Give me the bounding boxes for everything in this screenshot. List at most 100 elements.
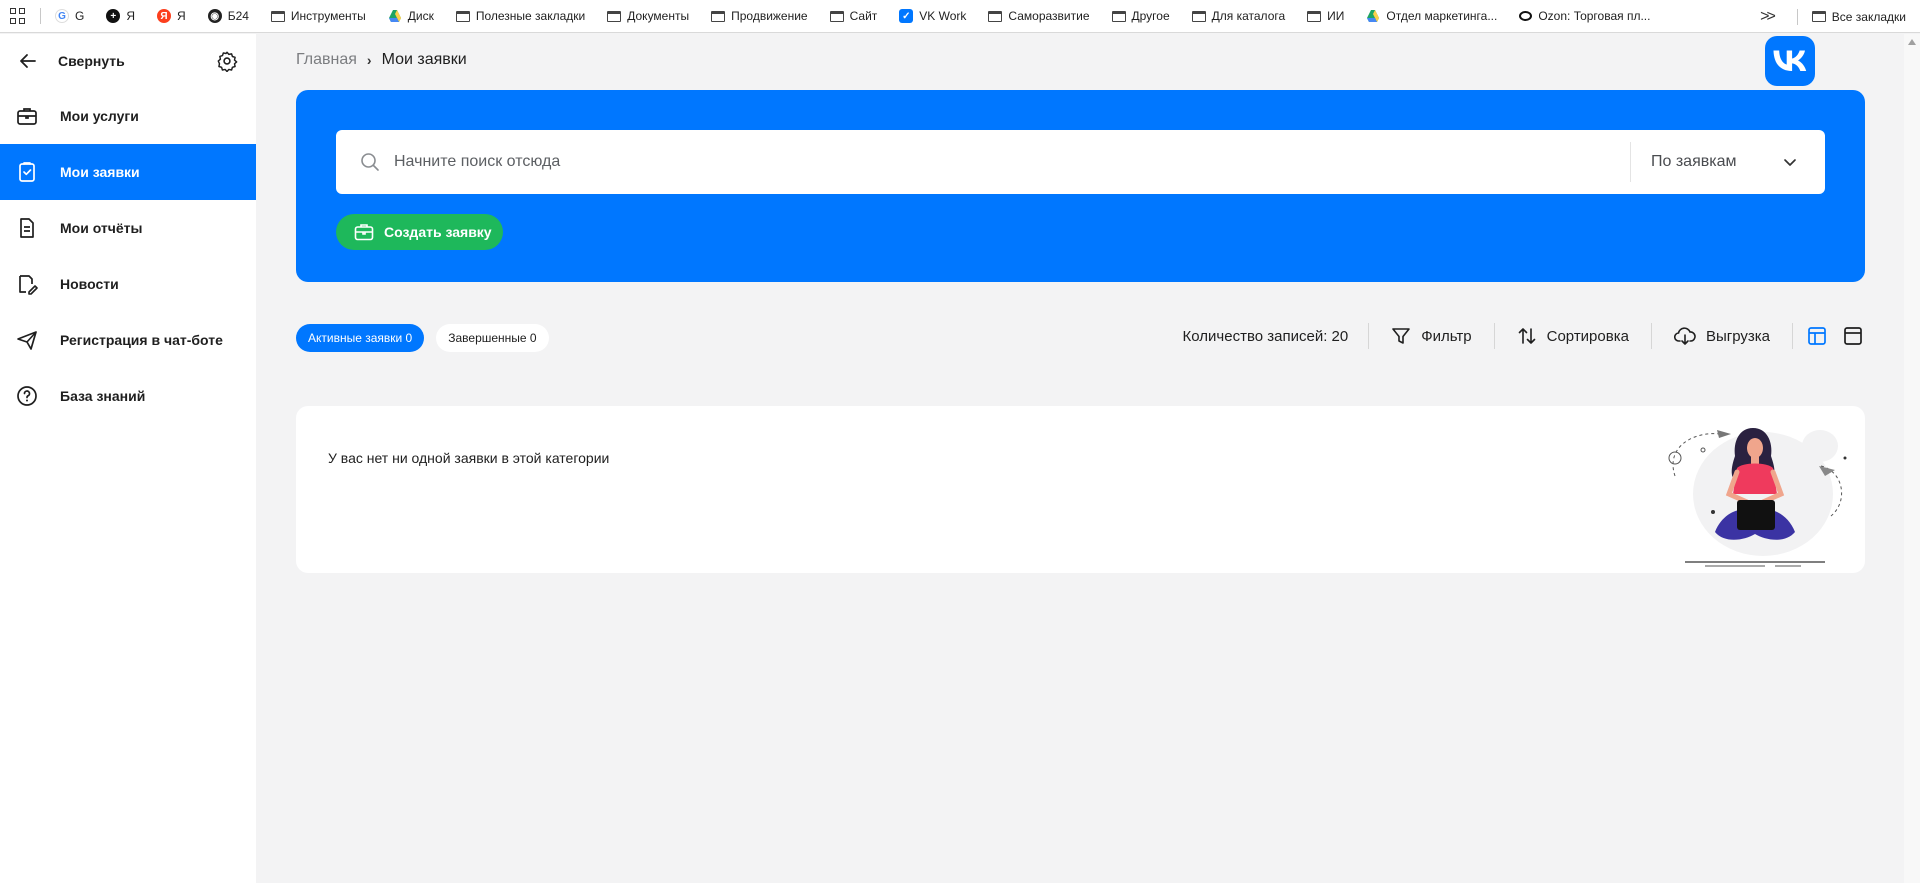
- bookmark-folder-site[interactable]: Сайт: [829, 4, 878, 28]
- create-request-button[interactable]: Создать заявку: [336, 214, 503, 250]
- globe-icon: ◉: [207, 9, 222, 23]
- bookmark-vk-work[interactable]: ✓ VK Work: [899, 4, 966, 28]
- drive-icon: [1367, 10, 1380, 22]
- sidebar-item-label: Новости: [60, 276, 119, 292]
- bookmark-folder-instruments[interactable]: Инструменты: [270, 4, 366, 28]
- search-input[interactable]: [394, 153, 1630, 171]
- bookmark-label: Для каталога: [1211, 9, 1286, 23]
- drive-icon: [388, 10, 401, 22]
- tab-completed-requests[interactable]: Завершенные 0: [436, 324, 549, 352]
- breadcrumb-separator: ›: [366, 52, 372, 68]
- search-bar: По заявкам: [336, 130, 1825, 194]
- sidebar-item-label: Мои заявки: [60, 164, 140, 180]
- bookmark-label: Ozon: Торговая пл...: [1538, 9, 1651, 23]
- sidebar-item-chatbot-registration[interactable]: Регистрация в чат-боте: [0, 312, 256, 368]
- bookmarks-divider: [1796, 8, 1798, 25]
- card-view-button[interactable]: [1841, 324, 1865, 348]
- toolbar-divider: [1792, 323, 1793, 349]
- google-icon: G: [55, 9, 69, 23]
- bookmark-label: Сайт: [849, 9, 878, 23]
- bookmark-label: Инструменты: [290, 9, 366, 23]
- bookmark-b24[interactable]: ◉ Б24: [207, 4, 249, 28]
- toolbar-divider: [1368, 323, 1370, 349]
- news-pen-icon: [16, 273, 38, 295]
- yandex-icon: Я: [157, 9, 172, 23]
- cloud-download-icon: [1673, 327, 1696, 345]
- table-view-icon: [1808, 327, 1826, 345]
- folder-icon: [1811, 11, 1826, 22]
- chevron-double-right-icon[interactable]: >>: [1760, 8, 1776, 26]
- breadcrumb-current: Мои заявки: [381, 51, 467, 68]
- sidebar-item-news[interactable]: Новости: [0, 256, 256, 312]
- search-scope-select[interactable]: По заявкам: [1631, 130, 1825, 194]
- request-status-tabs: Активные заявки 0 Завершенные 0: [296, 324, 561, 352]
- folder-icon: [711, 10, 726, 22]
- gear-icon[interactable]: [216, 50, 238, 72]
- card-view-icon: [1844, 327, 1862, 345]
- bookmark-folder-promotion[interactable]: Продвижение: [711, 4, 808, 28]
- bookmark-all-label: Все закладки: [1831, 9, 1906, 24]
- clipboard-check-icon: [16, 161, 38, 183]
- folder-icon: [607, 10, 622, 22]
- sidebar-item-my-services[interactable]: Мои услуги: [0, 88, 256, 144]
- search-panel: По заявкам Создать заявку: [296, 90, 1865, 282]
- tab-active-requests[interactable]: Активные заявки 0: [296, 324, 425, 352]
- bookmark-label: Я: [126, 9, 136, 23]
- bookmark-folder-useful[interactable]: Полезные закладки: [455, 4, 586, 28]
- bookmark-marketing[interactable]: Отдел маркетинга...: [1366, 4, 1497, 28]
- vk-work-icon: ✓: [899, 9, 914, 23]
- page-scrollbar[interactable]: [1904, 34, 1920, 883]
- sidebar-item-label: Мои отчёты: [60, 220, 143, 236]
- bookmark-disk[interactable]: Диск: [388, 4, 434, 28]
- sidebar-item-label: База знаний: [60, 388, 146, 404]
- bookmark-folder-other[interactable]: Другое: [1111, 4, 1170, 28]
- toolbar-divider: [1650, 323, 1652, 349]
- folder-icon: [270, 10, 285, 22]
- document-icon: [16, 217, 38, 239]
- sidebar-collapse[interactable]: Свернуть: [0, 34, 256, 88]
- bookmark-yandex[interactable]: Я Я: [157, 4, 186, 28]
- woman-with-laptop-illustration: [1668, 428, 1847, 567]
- breadcrumb-home-link[interactable]: Главная: [296, 51, 357, 69]
- vk-logo-icon[interactable]: [1765, 36, 1815, 86]
- bookmark-google[interactable]: G G: [55, 4, 84, 28]
- filter-button[interactable]: Фильтр: [1391, 326, 1472, 346]
- filter-icon: [1392, 328, 1411, 344]
- sort-button[interactable]: Сортировка: [1517, 326, 1629, 346]
- folder-icon: [455, 10, 470, 22]
- bookmark-label: G: [75, 9, 85, 23]
- bookmark-all[interactable]: Все закладки: [1811, 5, 1906, 29]
- toolbar-divider: [1493, 323, 1495, 349]
- export-button[interactable]: Выгрузка: [1673, 326, 1770, 346]
- records-count: Количество записей: 20: [1182, 327, 1349, 345]
- bookmark-folder-documents[interactable]: Документы: [607, 4, 689, 28]
- folder-icon: [829, 10, 844, 22]
- sidebar-item-knowledge-base[interactable]: База знаний: [0, 368, 256, 424]
- folder-icon: [1111, 10, 1126, 22]
- chevron-down-icon: [1784, 159, 1796, 166]
- bookmark-ya-plus[interactable]: + Я: [106, 4, 135, 28]
- export-label: Выгрузка: [1705, 327, 1770, 345]
- sidebar-item-my-requests[interactable]: Мои заявки: [0, 144, 256, 200]
- bookmark-folder-catalog[interactable]: Для каталога: [1191, 4, 1286, 28]
- bookmark-label: Отдел маркетинга...: [1386, 9, 1498, 23]
- sidebar-item-my-reports[interactable]: Мои отчёты: [0, 200, 256, 256]
- bookmark-label: ИИ: [1327, 9, 1345, 23]
- bookmark-folder-ai[interactable]: ИИ: [1307, 4, 1344, 28]
- apps-grid-icon[interactable]: [10, 8, 26, 24]
- bookmark-folder-selfdev[interactable]: Саморазвитие: [988, 4, 1090, 28]
- sidebar-item-label: Регистрация в чат-боте: [60, 332, 223, 348]
- sort-label: Сортировка: [1546, 327, 1629, 345]
- folder-icon: [1307, 10, 1322, 22]
- bookmark-label: VK Work: [919, 9, 967, 23]
- bookmark-label: Саморазвитие: [1008, 9, 1090, 23]
- bookmarks-divider: [40, 8, 41, 24]
- plus-circle-icon: +: [106, 9, 121, 23]
- sidebar-item-label: Мои услуги: [60, 108, 139, 124]
- bookmark-label: Я: [177, 9, 186, 23]
- bookmark-label: Полезные закладки: [475, 9, 586, 23]
- sidebar: Свернуть Мои услуги Мои заявки Мои отчёт…: [0, 34, 256, 883]
- scroll-up-arrow-icon[interactable]: [1908, 39, 1916, 45]
- bookmark-ozon[interactable]: Ozon: Торговая пл...: [1519, 4, 1650, 28]
- table-view-button[interactable]: [1805, 324, 1829, 348]
